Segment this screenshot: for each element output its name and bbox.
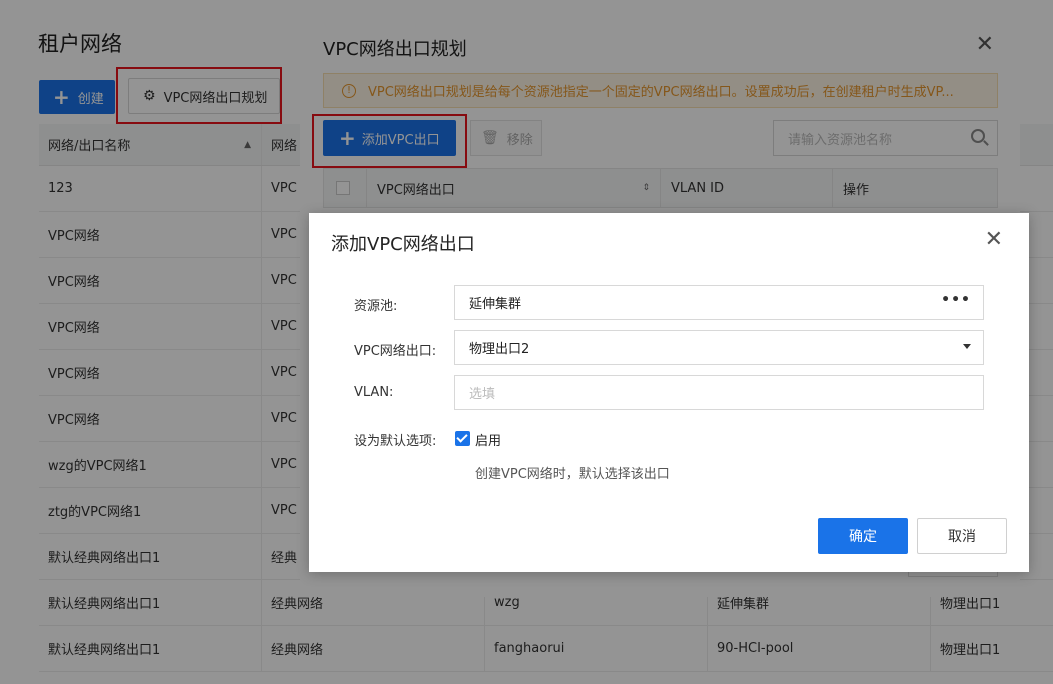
pool-label: 资源池:: [354, 299, 398, 314]
cancel-button[interactable]: 取消: [917, 518, 1007, 554]
dialog-title: 添加VPC网络出口: [331, 234, 475, 255]
pool-value: 延伸集群: [469, 297, 522, 312]
default-enable-label[interactable]: 启用: [475, 430, 501, 449]
exit-label: VPC网络出口:: [354, 344, 437, 359]
exit-select[interactable]: 物理出口2: [454, 330, 984, 365]
more-icon[interactable]: •••: [941, 292, 971, 308]
vlan-input[interactable]: 选填: [454, 375, 984, 410]
vlan-placeholder: 选填: [469, 387, 496, 402]
exit-value: 物理出口2: [469, 342, 530, 357]
default-hint-text: 创建VPC网络时，默认选择该出口: [475, 467, 670, 482]
default-enable-checkbox[interactable]: [455, 431, 470, 446]
confirm-button[interactable]: 确定: [818, 518, 908, 554]
add-vpc-exit-dialog: 添加VPC网络出口 ✕ 资源池: 延伸集群 ••• VPC网络出口: 物理出口2…: [309, 213, 1029, 572]
pool-selector[interactable]: 延伸集群 •••: [454, 285, 984, 320]
vlan-label: VLAN:: [354, 385, 394, 400]
close-icon[interactable]: ✕: [985, 229, 1003, 251]
default-option-label: 设为默认选项:: [354, 434, 437, 449]
chevron-down-icon: [963, 344, 971, 349]
